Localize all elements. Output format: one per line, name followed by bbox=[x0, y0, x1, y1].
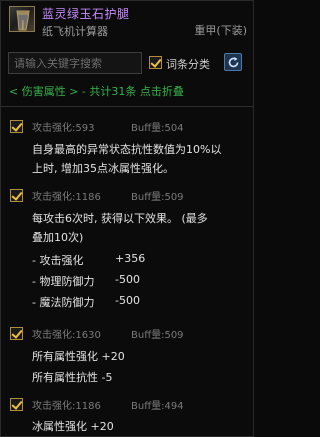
effect-value: +356 bbox=[115, 252, 146, 265]
entry-attack-value: 攻击强化:1186 bbox=[32, 192, 101, 203]
entry-buff-value: Buff量:509 bbox=[131, 330, 184, 341]
entry-description: 每攻击6次时, 获得以下效果。 (最多 bbox=[32, 212, 208, 225]
entry-buff-value: Buff量:509 bbox=[131, 192, 184, 203]
effect-row: - 物理防御力 -500 bbox=[32, 273, 140, 289]
item-header: 蓝灵绿玉石护腿 纸飞机计算器 重甲(下装) bbox=[1, 1, 253, 45]
effect-value: -500 bbox=[115, 273, 140, 286]
entry-checkbox[interactable] bbox=[10, 327, 23, 340]
entry-description: 自身最高的异常状态抗性数值为10%以 bbox=[32, 143, 222, 156]
entry-checkbox[interactable] bbox=[10, 189, 23, 202]
search-input[interactable] bbox=[8, 52, 142, 74]
leg-armor-icon bbox=[9, 6, 35, 32]
filter-label[interactable]: 词条分类 bbox=[166, 56, 210, 72]
effect-name: - 攻击强化 bbox=[32, 254, 84, 267]
entry-buff-value: Buff量:504 bbox=[131, 123, 184, 134]
entry-description: 上时, 增加35点冰属性强化。 bbox=[32, 162, 174, 175]
entry-description: 冰属性强化 +20 bbox=[32, 420, 114, 433]
entry-checkbox[interactable] bbox=[10, 398, 23, 411]
entry-buff-value: Buff量:494 bbox=[131, 401, 184, 412]
entry-description: 叠加10次) bbox=[32, 231, 84, 244]
divider bbox=[1, 106, 253, 107]
refresh-icon bbox=[228, 57, 239, 68]
entry-checkbox[interactable] bbox=[10, 120, 23, 133]
effect-row: - 攻击强化 +356 bbox=[32, 252, 145, 268]
entry-attack-value: 攻击强化:1186 bbox=[32, 401, 101, 412]
entry-attack-value: 攻击强化:593 bbox=[32, 123, 95, 134]
effect-value: -500 bbox=[115, 294, 140, 307]
item-subtitle: 纸飞机计算器 bbox=[42, 25, 108, 38]
refresh-button[interactable] bbox=[224, 53, 242, 71]
effect-name: - 物理防御力 bbox=[32, 275, 95, 288]
effect-row: - 魔法防御力 -500 bbox=[32, 294, 140, 310]
item-name: 蓝灵绿玉石护腿 bbox=[42, 7, 130, 21]
item-tooltip-panel: 蓝灵绿玉石护腿 纸飞机计算器 重甲(下装) 词条分类 < 伤害属性 > - 共计… bbox=[0, 0, 254, 437]
item-type: 重甲(下装) bbox=[194, 24, 247, 37]
effect-name: - 魔法防御力 bbox=[32, 296, 95, 309]
entry-description: 所有属性抗性 -5 bbox=[32, 371, 113, 384]
entry-description: 所有属性强化 +20 bbox=[32, 350, 125, 363]
entry-attack-value: 攻击强化:1630 bbox=[32, 330, 101, 341]
filter-checkbox[interactable] bbox=[149, 56, 162, 69]
category-summary-toggle[interactable]: < 伤害属性 > - 共计31条 点击折叠 bbox=[9, 83, 184, 99]
